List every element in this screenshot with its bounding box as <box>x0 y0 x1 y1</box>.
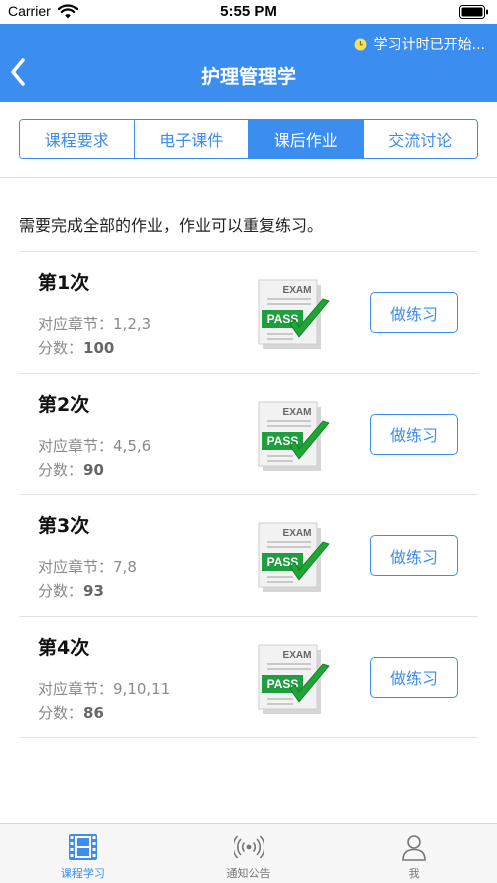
tabbar-item-announcements[interactable]: 通知公告 <box>166 824 332 883</box>
study-timer: 学习计时已开始... <box>354 34 485 54</box>
assignment-row: 第1次 对应章节：1,2,3 分数：100 EXAM PASS 做练习 <box>19 252 478 374</box>
chapter-label: 对应章节： <box>38 315 114 333</box>
assignment-title: 第4次 <box>38 636 90 659</box>
segmented-tabs: 课程要求 电子课件 课后作业 交流讨论 <box>19 119 478 159</box>
assignment-row: 第4次 对应章节：9,10,11 分数：86 EXAM PASS 做练习 <box>19 617 478 738</box>
practice-button[interactable]: 做练习 <box>370 292 458 333</box>
assignment-score: 分数：100 <box>38 337 114 358</box>
exam-text: EXAM <box>283 650 312 661</box>
score-value: 86 <box>83 703 104 722</box>
assignment-chapters: 对应章节：7,8 <box>38 556 137 577</box>
bottom-tab-bar: 课程学习 通知公告 我 <box>0 823 497 883</box>
nav-bar: 学习计时已开始... 护理管理学 <box>0 24 497 102</box>
score-value: 90 <box>83 460 104 479</box>
assignment-title: 第2次 <box>38 393 90 416</box>
chapter-value: 1,2,3 <box>113 315 152 333</box>
score-label: 分数： <box>38 339 84 357</box>
assignment-score: 分数：90 <box>38 459 104 480</box>
assignment-chapters: 对应章节：9,10,11 <box>38 678 170 699</box>
score-label: 分数： <box>38 703 84 722</box>
status-bar: Carrier 5:55 PM <box>0 0 497 24</box>
tabbar-label: 我 <box>408 867 420 880</box>
assignment-chapters: 对应章节：4,5,6 <box>38 435 151 456</box>
study-timer-text: 学习计时已开始... <box>373 37 485 53</box>
chapter-label: 对应章节： <box>38 558 114 576</box>
tab-discussion[interactable]: 交流讨论 <box>363 120 477 158</box>
tab-course-requirements[interactable]: 课程要求 <box>20 120 135 158</box>
score-label: 分数： <box>38 582 84 600</box>
chapter-value: 7,8 <box>113 558 137 576</box>
practice-button[interactable]: 做练习 <box>370 656 458 698</box>
exam-pass-icon: EXAM PASS <box>258 401 330 471</box>
divider <box>0 177 497 178</box>
score-label: 分数： <box>38 460 84 479</box>
chapter-label: 对应章节： <box>38 679 114 698</box>
person-icon <box>402 835 426 861</box>
assignment-title: 第1次 <box>38 272 90 294</box>
assignment-row: 第2次 对应章节：4,5,6 分数：90 EXAM PASS 做练习 <box>19 374 478 495</box>
chapter-value: 9,10,11 <box>113 679 171 698</box>
homework-instructions: 需要完成全部的作业，作业可以重复练习。 <box>19 216 324 235</box>
score-value: 93 <box>83 582 104 600</box>
tab-e-courseware[interactable]: 电子课件 <box>134 120 249 158</box>
clock-icon <box>354 38 367 50</box>
broadcast-icon <box>233 835 264 859</box>
score-value: 100 <box>83 339 115 357</box>
exam-pass-icon: EXAM PASS <box>258 522 330 592</box>
tabbar-item-me[interactable]: 我 <box>331 824 497 883</box>
assignment-score: 分数：93 <box>38 580 104 601</box>
exam-pass-icon: EXAM PASS <box>258 279 330 349</box>
exam-text: EXAM <box>283 285 312 296</box>
tabbar-label: 通知公告 <box>226 867 271 880</box>
practice-button[interactable]: 做练习 <box>370 413 458 455</box>
assignment-title: 第3次 <box>38 515 90 537</box>
tab-homework[interactable]: 课后作业 <box>249 120 364 158</box>
assignment-chapters: 对应章节：1,2,3 <box>38 313 151 334</box>
exam-text: EXAM <box>283 407 312 418</box>
tabbar-label: 课程学习 <box>60 867 105 880</box>
exam-text: EXAM <box>283 528 312 539</box>
practice-button[interactable]: 做练习 <box>370 535 458 576</box>
status-time: 5:55 PM <box>220 3 277 20</box>
film-icon <box>68 834 97 860</box>
assignment-score: 分数：86 <box>38 702 104 723</box>
assignment-list: 第1次 对应章节：1,2,3 分数：100 EXAM PASS 做练习 第2次 … <box>19 251 478 738</box>
chapter-value: 4,5,6 <box>113 436 152 455</box>
exam-pass-icon: EXAM PASS <box>258 644 330 714</box>
assignment-row: 第3次 对应章节：7,8 分数：93 EXAM PASS 做练习 <box>19 495 478 617</box>
chapter-label: 对应章节： <box>38 436 114 455</box>
page-title: 护理管理学 <box>200 66 296 88</box>
tabbar-item-course-study[interactable]: 课程学习 <box>0 824 166 883</box>
battery-icon <box>459 5 488 19</box>
